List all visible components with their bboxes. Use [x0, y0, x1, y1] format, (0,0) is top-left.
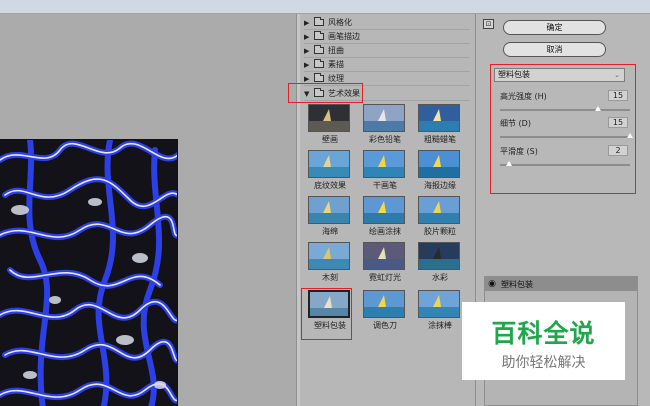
filter-thumb-image: [418, 290, 460, 318]
filter-thumb[interactable]: 底纹效果: [306, 148, 354, 194]
filter-gallery-panel: ▶ 风格化 ▶ 画笔描边 ▶ 扭曲 ▶ 素描 ▶ 纹理 ▼ 艺术效果 壁画 彩色…: [300, 14, 476, 406]
filter-thumb[interactable]: 海绵: [306, 194, 354, 240]
category-stylize[interactable]: ▶ 风格化: [304, 16, 470, 30]
folder-icon: [314, 17, 324, 26]
cancel-button[interactable]: 取消: [503, 42, 606, 57]
filter-thumb[interactable]: 绘画涂抹: [361, 194, 409, 240]
folder-icon: [314, 31, 324, 40]
filter-thumb-label: 海绵: [322, 227, 338, 236]
filter-thumb[interactable]: 木刻: [306, 240, 354, 286]
category-sketch[interactable]: ▶ 素描: [304, 58, 470, 72]
filter-thumb-image: [308, 104, 350, 132]
filter-thumb[interactable]: 彩色铅笔: [361, 102, 409, 148]
category-label: 风格化: [328, 18, 352, 27]
filter-thumb-label: 绘画涂抹: [369, 227, 401, 236]
window-titlebar: [0, 0, 650, 14]
filter-thumb-label: 干画笔: [373, 181, 397, 190]
filter-thumb-image: [363, 242, 405, 270]
filter-thumb[interactable]: 调色刀: [361, 288, 409, 334]
folder-icon: [314, 59, 324, 68]
folder-icon: [314, 73, 324, 82]
preview-toggle-icon[interactable]: ⊡: [483, 19, 494, 29]
filter-thumb-label: 霓虹灯光: [369, 273, 401, 282]
filter-thumb-image: [308, 196, 350, 224]
filter-thumb-label: 海报边缘: [424, 181, 456, 190]
category-brush-strokes[interactable]: ▶ 画笔描边: [304, 30, 470, 44]
filter-thumb-image: [418, 196, 460, 224]
filter-thumb[interactable]: 海报边缘: [416, 148, 464, 194]
filter-thumb-label: 木刻: [322, 273, 338, 282]
effect-layer-label: 塑料包装: [501, 279, 533, 289]
expand-arrow-icon: ▶: [304, 60, 310, 69]
filter-thumb[interactable]: 干画笔: [361, 148, 409, 194]
category-label: 素描: [328, 60, 344, 69]
highlight-box-category: [288, 83, 363, 103]
filter-preview-image[interactable]: [0, 139, 178, 406]
highlight-box-filter: [301, 288, 352, 340]
filter-thumb[interactable]: 粗糙蜡笔: [416, 102, 464, 148]
expand-arrow-icon: ▶: [304, 74, 310, 83]
expand-arrow-icon: ▶: [304, 46, 310, 55]
filter-thumb-image: [363, 104, 405, 132]
filter-thumb[interactable]: 胶片颗粒: [416, 194, 464, 240]
category-distort[interactable]: ▶ 扭曲: [304, 44, 470, 58]
folder-icon: [314, 45, 324, 54]
category-label: 扭曲: [328, 46, 344, 55]
filter-thumb-label: 涂抹棒: [428, 321, 452, 330]
category-label: 画笔描边: [328, 32, 360, 41]
filter-thumb-image: [363, 150, 405, 178]
filter-thumb[interactable]: 涂抹棒: [416, 288, 464, 334]
watermark-logo: 百科全说 助你轻松解决: [462, 302, 625, 380]
filter-thumb[interactable]: 壁画: [306, 102, 354, 148]
filter-thumb[interactable]: 霓虹灯光: [361, 240, 409, 286]
filter-thumb-image: [418, 150, 460, 178]
expand-arrow-icon: ▶: [304, 18, 310, 27]
filter-thumb-image: [308, 242, 350, 270]
canvas-area: [0, 14, 296, 406]
filter-thumb-label: 调色刀: [373, 321, 397, 330]
expand-arrow-icon: ▶: [304, 32, 310, 41]
highlight-box-options: [490, 64, 636, 194]
effect-layer-row[interactable]: ◉ 塑料包装: [485, 277, 637, 291]
filter-thumb-label: 水彩: [432, 273, 448, 282]
eye-icon[interactable]: ◉: [485, 279, 499, 289]
filter-thumb-image: [308, 150, 350, 178]
filter-thumb-label: 胶片颗粒: [424, 227, 456, 236]
filter-thumb-image: [363, 290, 405, 318]
filter-thumb-label: 壁画: [322, 135, 338, 144]
ok-button[interactable]: 确定: [503, 20, 606, 35]
filter-thumb-image: [363, 196, 405, 224]
filter-thumb-label: 彩色铅笔: [369, 135, 401, 144]
filter-thumb-image: [418, 242, 460, 270]
filter-thumb-label: 粗糙蜡笔: [424, 135, 456, 144]
filter-thumb-label: 底纹效果: [314, 181, 346, 190]
watermark-subtitle: 助你轻松解决: [501, 355, 586, 371]
watermark-title: 百科全说: [491, 319, 596, 348]
filter-thumb[interactable]: 水彩: [416, 240, 464, 286]
filter-thumb-image: [418, 104, 460, 132]
